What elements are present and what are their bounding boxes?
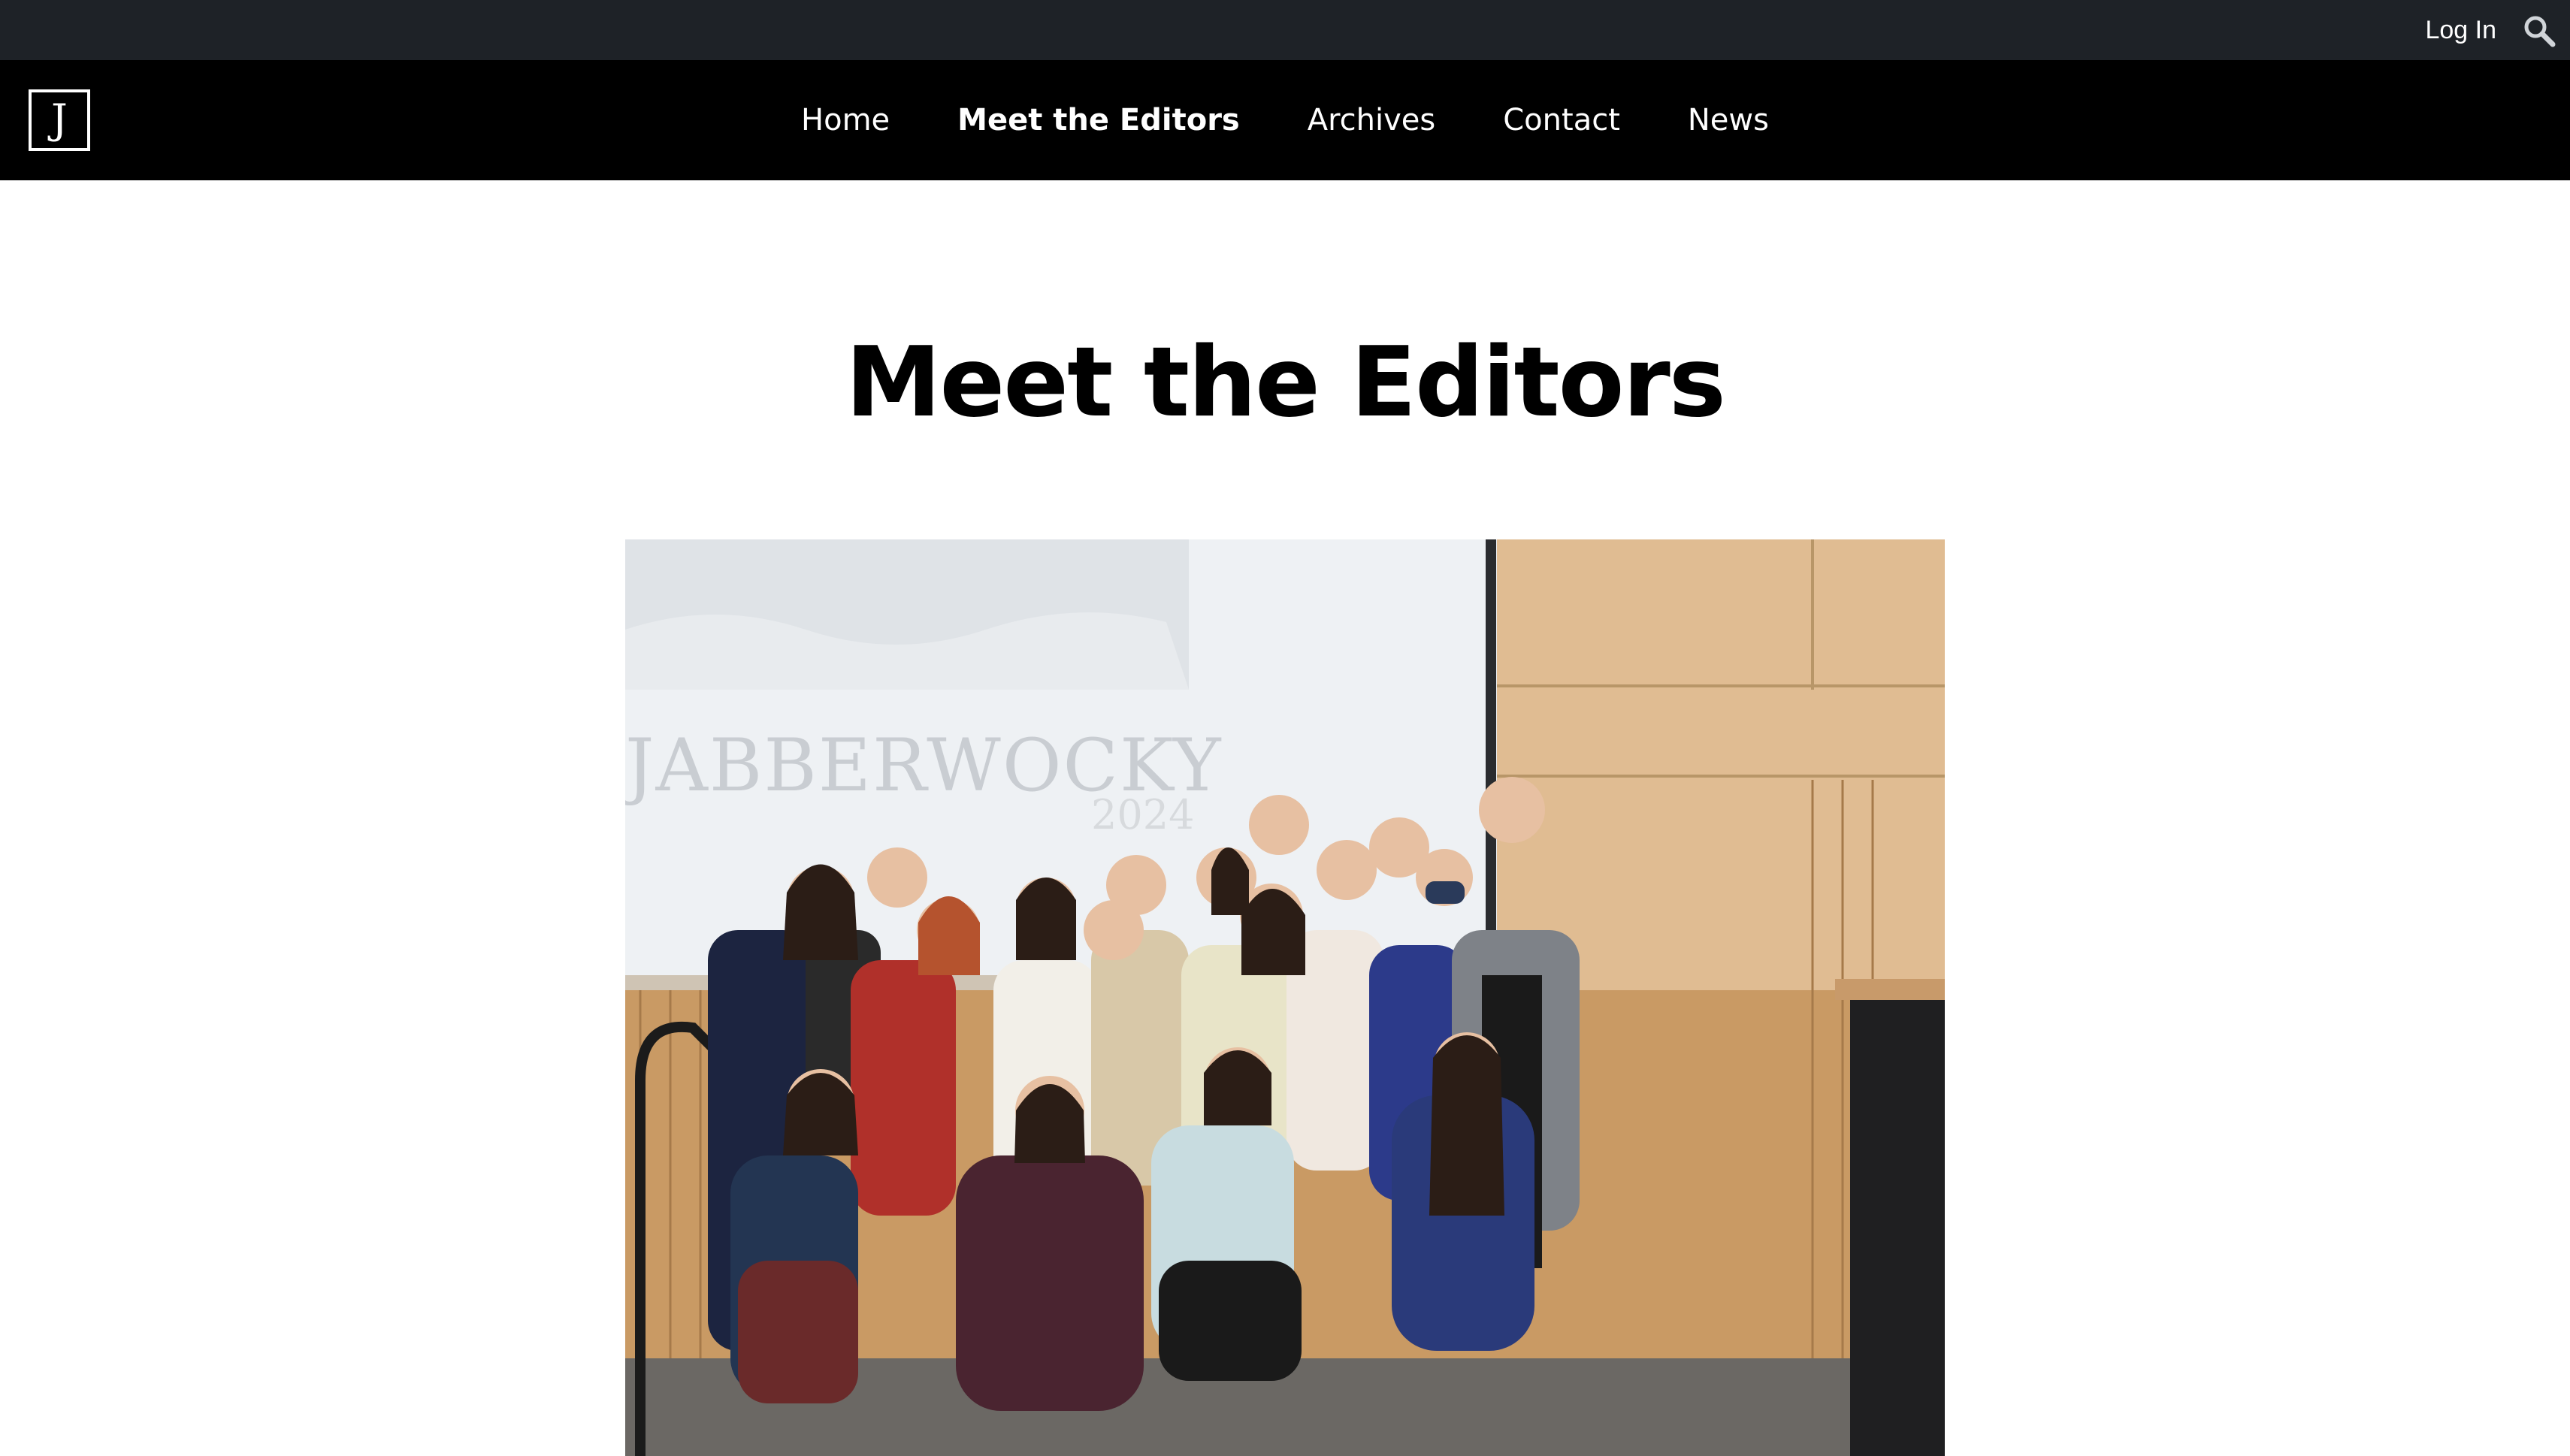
nav-item-news[interactable]: News (1688, 103, 1769, 137)
nav-item-meet-the-editors[interactable]: Meet the Editors (957, 103, 1240, 137)
nav-item-archives[interactable]: Archives (1308, 103, 1436, 137)
nav-item-home[interactable]: Home (801, 103, 890, 137)
main-navigation: J Home Meet the Editors Archives Contact… (0, 60, 2570, 180)
nav-item-contact[interactable]: Contact (1503, 103, 1620, 137)
nav-menu: Home Meet the Editors Archives Contact N… (0, 60, 2570, 180)
editors-group-photo: JABBERWOCKY 2024 (625, 539, 1945, 1456)
login-link[interactable]: Log In (2425, 0, 2496, 60)
page-title: Meet the Editors (845, 327, 1726, 439)
screen-year-text: 2024 (1091, 791, 1195, 838)
utility-bar: Log In (0, 0, 2570, 60)
search-icon[interactable] (2522, 14, 2556, 48)
